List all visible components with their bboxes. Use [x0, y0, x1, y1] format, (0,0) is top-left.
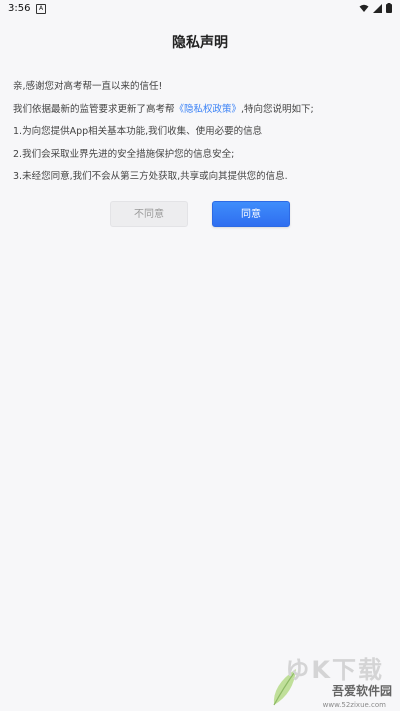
battery-icon [386, 3, 392, 13]
watermark-big-text: ゆK下载 [285, 656, 384, 684]
status-bar: 3:56 A [0, 0, 400, 18]
list-item: 2.我们会采取业界先进的安全措施保护您的信息安全; [13, 148, 235, 160]
wifi-icon [359, 4, 369, 12]
app-notification-icon: A [36, 4, 46, 14]
watermark-logo: ゆK下载 吾爱软件园 www.52zixue.com [260, 631, 400, 711]
status-time: 3:56 [8, 3, 31, 14]
greeting-text: 亲,感谢您对高考帮一直以来的信任! [13, 81, 163, 92]
update-notice-text: 我们依据最新的监管要求更新了高考帮 [13, 103, 175, 115]
update-notice: 我们依据最新的监管要求更新了高考帮《隐私权政策》,特向您说明如下; [13, 103, 393, 116]
privacy-policy-link[interactable]: 《隐私权政策》 [175, 104, 242, 115]
list-item: 3.未经您同意,我们不会从第三方处获取,共享或向其提供您的信息. [13, 171, 288, 182]
disagree-button[interactable]: 不同意 [110, 201, 188, 227]
privacy-content: 亲,感谢您对高考帮一直以来的信任! 我们依据最新的监管要求更新了高考帮《隐私权政… [13, 80, 393, 193]
page-title: 隐私声明 [172, 35, 228, 51]
list-item: 1.为向您提供App相关基本功能,我们收集、使用必要的信息 [13, 126, 263, 137]
watermark-site-name: 吾爱软件园 [331, 684, 392, 698]
status-icons [359, 3, 392, 13]
watermark-url: www.52zixue.com [322, 701, 386, 709]
agree-button[interactable]: 同意 [212, 201, 290, 227]
signal-icon [373, 3, 382, 13]
update-notice-suffix: ,特向您说明如下; [241, 103, 314, 115]
